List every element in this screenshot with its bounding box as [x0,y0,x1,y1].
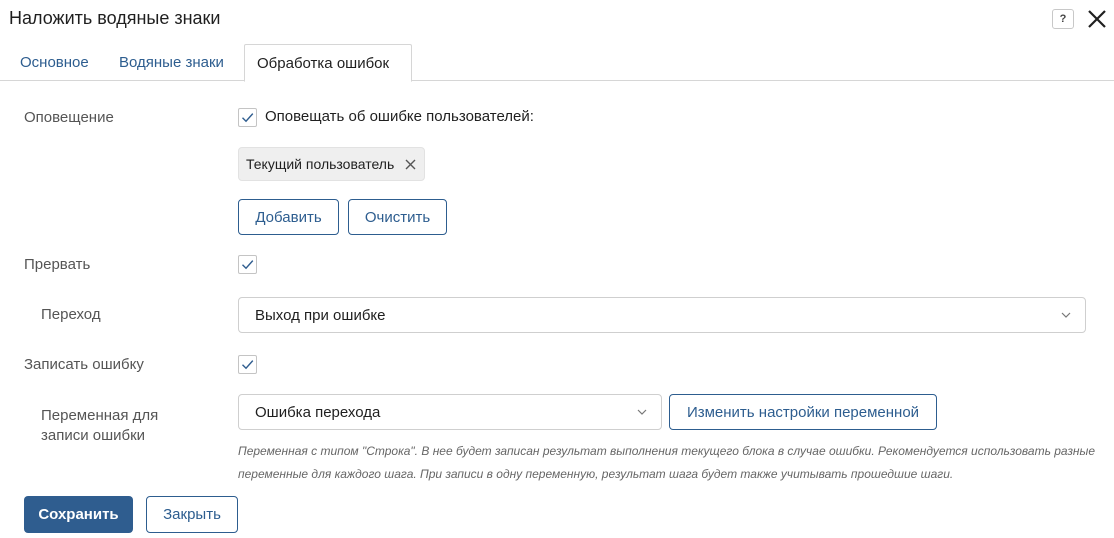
error-variable-select[interactable]: Ошибка перехода [238,394,662,430]
error-variable-label: Переменная для записи ошибки [41,406,158,446]
error-variable-label-line2: записи ошибки [41,427,146,444]
help-icon: ? [1059,13,1067,25]
clear-button[interactable]: Очистить [348,199,447,235]
help-button[interactable]: ? [1052,9,1074,29]
transition-select[interactable]: Выход при ошибке [238,297,1086,333]
log-error-label: Записать ошибку [24,356,144,373]
save-button[interactable]: Сохранить [24,496,133,533]
interrupt-checkbox[interactable] [238,255,257,274]
tab-error-handling[interactable]: Обработка ошибок [244,44,412,82]
checkmark-icon [242,260,254,270]
remove-chip-icon[interactable] [405,159,416,170]
add-button[interactable]: Добавить [238,199,339,235]
error-variable-hint: Переменная с типом "Строка". В нее будет… [238,444,1096,481]
transition-select-value: Выход при ошибке [255,306,386,324]
error-variable-select-value: Ошибка перехода [255,403,381,421]
close-dialog-button[interactable] [1086,8,1108,30]
dialog-title: Наложить водяные знаки [9,8,221,28]
chevron-down-icon [1061,312,1071,318]
tab-bar: Основное Водяные знаки Обработка ошибок [0,44,1114,82]
log-error-checkbox[interactable] [238,355,257,374]
tab-watermarks[interactable]: Водяные знаки [108,44,235,81]
checkmark-icon [242,113,254,123]
close-icon [1088,10,1106,28]
chevron-down-icon [637,409,647,415]
interrupt-label: Прервать [24,256,91,273]
change-variable-settings-button[interactable]: Изменить настройки переменной [669,394,937,430]
user-chip-label: Текущий пользователь [246,156,395,172]
user-chip: Текущий пользователь [238,147,426,181]
notification-label: Оповещение [24,109,114,126]
error-variable-label-line1: Переменная для [41,407,159,424]
notify-users-checkbox[interactable] [238,108,257,127]
tab-general[interactable]: Основное [9,44,100,81]
checkmark-icon [242,360,254,370]
close-button[interactable]: Закрыть [146,496,238,533]
notify-users-label: Оповещать об ошибке пользователей: [265,108,534,125]
transition-label: Переход [41,306,101,323]
